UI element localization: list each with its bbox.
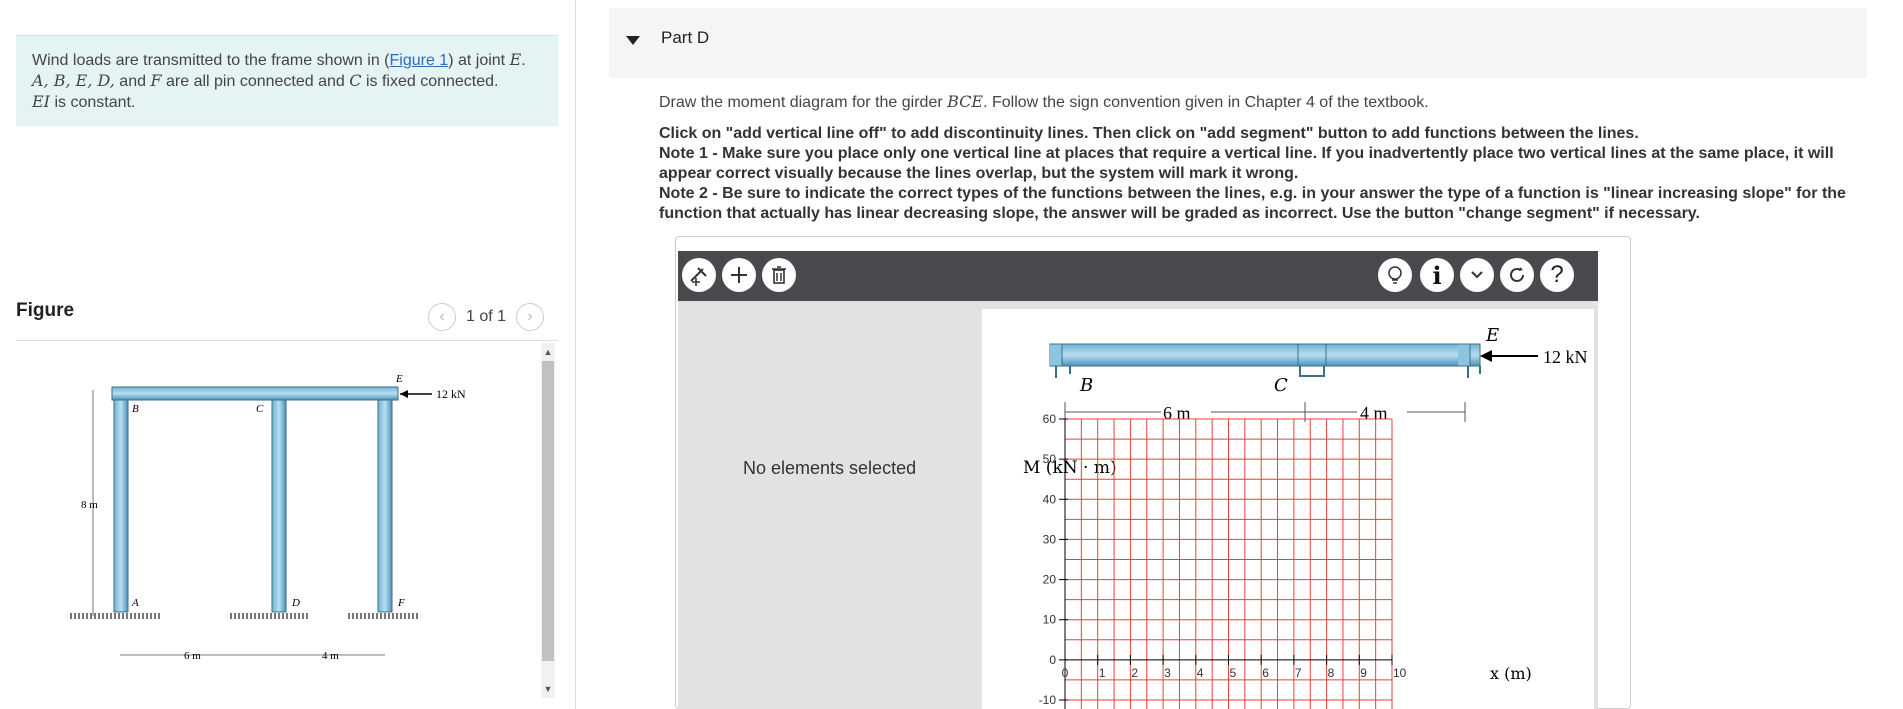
column-cd <box>271 399 287 613</box>
girder-symbol: BCE <box>947 92 984 111</box>
divider <box>16 340 558 341</box>
add-segment-icon[interactable] <box>722 258 756 292</box>
x-axis-label: x (m) <box>1490 664 1532 683</box>
span1-label: 6 m <box>184 650 201 662</box>
problem-text: is fixed connected. <box>361 73 499 90</box>
note-2: Note 2 - Be sure to indicate the correct… <box>659 185 1846 222</box>
y-tick-label: 10 <box>1043 613 1057 627</box>
load-arrow-icon <box>400 390 408 398</box>
problem-text: and <box>114 73 151 90</box>
chevron-right-icon[interactable]: › <box>516 303 545 331</box>
joint-label-f: F <box>397 597 405 609</box>
height-label: 8 m <box>81 499 98 511</box>
y-tick-label: -10 <box>1039 693 1057 707</box>
instruction-notes: Click on "add vertical line off" to add … <box>659 124 1874 224</box>
problem-text: Wind loads are transmitted to the frame … <box>32 52 390 69</box>
load-label: 12 kN <box>436 387 466 401</box>
girder <box>111 386 399 401</box>
joint-label-b: B <box>132 403 139 415</box>
beam-label-e: E <box>1485 325 1499 346</box>
ei-symbol: EI <box>32 92 50 111</box>
column-ef <box>377 399 393 613</box>
x-tick-label: 0 <box>1062 666 1069 680</box>
y-tick-label: 30 <box>1043 532 1057 546</box>
hint-icon[interactable] <box>1378 258 1412 292</box>
x-tick-label: 9 <box>1360 666 1367 680</box>
y-tick-label: 50 <box>1043 452 1057 466</box>
joint-label-d: D <box>291 597 300 609</box>
x-tick-label: 3 <box>1164 666 1171 680</box>
figure-scrollbar[interactable]: ▲ ▼ <box>541 343 555 698</box>
properties-panel: No elements selected <box>678 301 980 709</box>
problem-text: is constant. <box>50 94 136 111</box>
x-tick-label: 1 <box>1099 666 1106 680</box>
frame-figure: 12 kN 8 m 6 m 4 m A B C D E F <box>70 373 466 662</box>
no-selection-text: No elements selected <box>743 458 917 478</box>
y-tick-label: 40 <box>1043 492 1057 506</box>
part-title: Part D <box>661 28 710 47</box>
add-vertical-line-icon[interactable] <box>682 258 716 292</box>
reset-icon[interactable] <box>1500 258 1534 292</box>
instruction-part: Draw the moment diagram for the girder <box>659 94 948 111</box>
instruction-text: Draw the moment diagram for the girder B… <box>659 92 1874 112</box>
pager-count: 1 of 1 <box>466 308 507 325</box>
beam-label-c: C <box>1274 375 1288 396</box>
left-panel: Wind loads are transmitted to the frame … <box>0 0 575 709</box>
x-tick-label: 7 <box>1295 666 1302 680</box>
x-tick-label: 8 <box>1328 666 1335 680</box>
joint-symbol: E <box>509 50 522 69</box>
dimension-label-6m: 6 m <box>1163 403 1191 423</box>
joint-label-c: C <box>256 403 264 415</box>
y-tick-label: 60 <box>1043 412 1057 426</box>
x-tick-label: 2 <box>1131 666 1138 680</box>
joint-symbol: C <box>349 71 362 90</box>
problem-text: ) at joint <box>448 52 510 69</box>
x-tick-label: 4 <box>1197 666 1204 680</box>
x-tick-label: 5 <box>1230 666 1237 680</box>
beam-label-b: B <box>1079 375 1093 396</box>
joint-symbol: A, B, E, D, <box>32 71 115 90</box>
beam-bce <box>1049 343 1481 367</box>
help-icon[interactable]: ? <box>1540 258 1574 292</box>
load-label: 12 kN <box>1543 347 1588 367</box>
chevron-left-icon[interactable]: ‹ <box>428 303 456 331</box>
collapse-caret-icon[interactable] <box>626 36 640 45</box>
x-tick-label: 6 <box>1262 666 1269 680</box>
note-1: Note 1 - Make sure you place only one ve… <box>659 145 1834 182</box>
scroll-up-icon[interactable]: ▲ <box>541 345 555 359</box>
dimension-label-4m: 4 m <box>1360 403 1388 423</box>
joint-label-a: A <box>131 597 139 609</box>
part-header[interactable]: Part D <box>609 8 1867 78</box>
joint-c-connection <box>1297 343 1327 367</box>
problem-statement: Wind loads are transmitted to the frame … <box>16 35 558 126</box>
load-arrow-icon <box>1480 350 1492 362</box>
drawing-canvas[interactable]: B C E 12 kN 6 m 4 m M (kN · m) x (m) 60 5… <box>980 301 1598 709</box>
figure-link[interactable]: Figure 1 <box>390 52 449 69</box>
column-ab <box>113 399 129 613</box>
scroll-down-icon[interactable]: ▼ <box>541 682 555 696</box>
delete-icon[interactable] <box>762 258 796 292</box>
x-tick-label: 10 <box>1393 666 1407 680</box>
scroll-thumb[interactable] <box>542 361 554 661</box>
y-axis-label: M (kN · m) <box>1023 458 1117 478</box>
instruction-line: Click on "add vertical line off" to add … <box>659 125 1639 142</box>
span2-label: 4 m <box>322 650 339 662</box>
info-icon[interactable]: i <box>1420 258 1454 292</box>
problem-text: are all pin connected and <box>161 73 350 90</box>
joint-symbol: F <box>150 71 162 90</box>
dropdown-icon[interactable] <box>1460 258 1494 292</box>
problem-text: . <box>521 52 526 69</box>
moment-diagram[interactable]: B C E 12 kN 6 m 4 m M (kN · m) x (m) 605… <box>980 301 1598 709</box>
joint-label-e: E <box>395 373 403 385</box>
figure-pager: ‹ 1 of 1 › <box>428 302 545 332</box>
y-tick-label: 20 <box>1043 573 1057 587</box>
figure-title: Figure <box>16 300 75 321</box>
instruction-part: . Follow the sign convention given in Ch… <box>983 94 1429 111</box>
tool-toolbar: i ? <box>678 251 1598 301</box>
y-tick-label: 0 <box>1049 653 1056 667</box>
pane-divider <box>575 0 576 709</box>
